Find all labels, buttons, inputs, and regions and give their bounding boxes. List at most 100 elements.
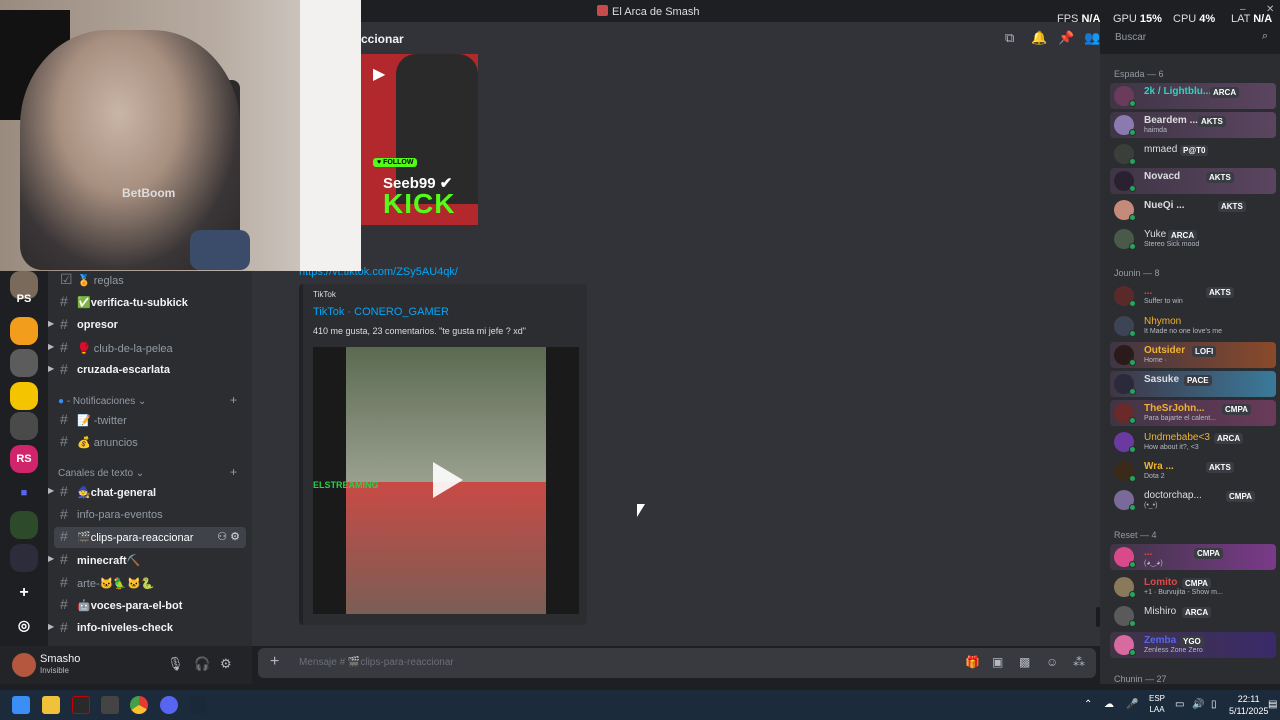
apps-icon[interactable]: ⁂: [1073, 655, 1085, 669]
mic-icon[interactable]: 🎙: [167, 656, 184, 672]
discover-icon[interactable]: ◎: [10, 611, 38, 639]
chevron-up-icon[interactable]: ⌃: [1084, 699, 1092, 710]
channel-arte[interactable]: # arte-🐱🦜🐱🐍: [48, 573, 252, 594]
member-item[interactable]: ... AKTS Suffer to win: [1110, 283, 1276, 309]
member-item[interactable]: Nhymon It Made no one love's me: [1110, 313, 1276, 339]
server-icon-6[interactable]: [10, 412, 38, 440]
add-channel-icon[interactable]: +: [230, 393, 237, 407]
category-canales[interactable]: Canales de texto ⌄: [58, 468, 144, 479]
channel-chat-general[interactable]: ▶ # 🧙chat-general: [48, 482, 252, 503]
clock[interactable]: 22:11 5/11/2025: [1229, 693, 1268, 717]
member-item[interactable]: Lomito CMPA +1 · Burvujita - Show m...: [1110, 574, 1276, 600]
channel-clips-active[interactable]: # 🎬clips-para-reaccionar ⚇ ⚙: [54, 527, 246, 548]
avatar[interactable]: [12, 653, 36, 677]
emoji-icon[interactable]: ☺: [1046, 655, 1058, 669]
hash-icon: #: [60, 551, 68, 567]
channel-settings-icon[interactable]: ⚇ ⚙: [217, 530, 240, 543]
channel-anuncios[interactable]: # 💰 anuncios: [48, 432, 252, 453]
member-item[interactable]: Novacd AKTS: [1110, 168, 1276, 194]
add-channel-icon[interactable]: +: [230, 465, 237, 479]
gear-icon[interactable]: ⚙: [220, 656, 232, 672]
channel-info-eventos[interactable]: # info-para-eventos: [48, 505, 252, 526]
sticker-icon[interactable]: ▩: [1019, 655, 1030, 669]
windows-start-icon[interactable]: [12, 696, 30, 714]
server-rs[interactable]: RS: [10, 445, 38, 473]
member-item[interactable]: Wra ... AKTS Dota 2: [1110, 458, 1276, 484]
member-item[interactable]: Sasuke PACE: [1110, 371, 1276, 397]
channel-club[interactable]: ▶ # 🥊 club-de-la-pelea: [48, 338, 252, 359]
kick-media-image[interactable]: ▶ ♥ FOLLOW Seeb99 ✔ KICK: [361, 54, 478, 225]
file-explorer-icon[interactable]: [42, 696, 60, 714]
online-status-icon: [1129, 417, 1136, 424]
server-icon-9[interactable]: [10, 544, 38, 572]
member-item[interactable]: 2k / Lightblu... ARCA: [1110, 83, 1276, 109]
embed-video[interactable]: ELSTREAMING: [313, 347, 579, 614]
channel-minecraft[interactable]: ▶ # minecraft⛏️: [48, 550, 252, 571]
member-item[interactable]: Outsider LOFI Home ·: [1110, 342, 1276, 368]
notification-icon[interactable]: ▤: [1268, 699, 1277, 710]
add-attachment-icon[interactable]: +: [270, 653, 279, 671]
channel-niveles[interactable]: ▶ # info-niveles-check: [48, 618, 252, 639]
member-item[interactable]: doctorchap... CMPA (•_•): [1110, 487, 1276, 513]
member-item[interactable]: Zemba YGO Zenless Zone Zero: [1110, 632, 1276, 658]
server-rail: PS RS ■ + ◎: [0, 271, 48, 641]
member-item[interactable]: Yuke ARCA Stereo Sick mood: [1110, 226, 1276, 252]
hash-icon: #: [60, 316, 68, 332]
server-icon-8[interactable]: [10, 511, 38, 539]
channel-verifica[interactable]: # ✅verifica-tu-subkick: [48, 292, 252, 313]
network-icon[interactable]: ▭: [1175, 699, 1184, 710]
member-item[interactable]: Mishiro ARCA: [1110, 603, 1276, 629]
threads-icon[interactable]: ⧉: [1005, 30, 1014, 46]
member-item[interactable]: TheSrJohn... CMPA Para bajarte el calent..…: [1110, 400, 1276, 426]
gift-icon[interactable]: 🎁: [965, 655, 980, 669]
embed-provider: TikTok: [313, 290, 336, 299]
hash-icon: #: [60, 361, 68, 377]
battery-icon[interactable]: ▯: [1211, 699, 1217, 710]
discord-icon[interactable]: [160, 696, 178, 714]
tiktok-embed: TikTok TikTok · CONERO_GAMER 410 me gust…: [299, 284, 587, 625]
bell-icon[interactable]: 🔔: [1031, 30, 1047, 46]
server-icon-4[interactable]: [10, 349, 38, 377]
mic-tray-icon[interactable]: 🎤: [1126, 699, 1138, 710]
gif-icon[interactable]: ▣: [992, 655, 1003, 669]
message-input[interactable]: Mensaje # 🎬clips-para-reaccionar: [299, 657, 454, 668]
member-item[interactable]: NueQi ... AKTS: [1110, 197, 1276, 223]
user-status: Invisible: [40, 666, 69, 675]
steam-icon[interactable]: [189, 696, 207, 714]
group-jounin: Jounin — 8: [1114, 268, 1160, 278]
online-status-icon: [1129, 330, 1136, 337]
play-icon[interactable]: [433, 462, 463, 498]
members-icon[interactable]: 👥: [1084, 30, 1100, 46]
shirt-text: BetBoom: [122, 186, 176, 200]
channel-voces[interactable]: # 🤖voces-para-el-bot: [48, 595, 252, 616]
search-box[interactable]: Buscar ⌕: [1109, 28, 1274, 48]
headphones-icon[interactable]: 🎧: [194, 656, 210, 672]
channel-twitter[interactable]: # 📝 -twitter: [48, 410, 252, 431]
app-icon: [597, 5, 608, 16]
member-item[interactable]: Undmebabe<3 ARCA How about it?, <3: [1110, 429, 1276, 455]
obs-icon[interactable]: [101, 696, 119, 714]
member-item[interactable]: ... CMPA (◕‿◕): [1110, 544, 1276, 570]
pin-icon[interactable]: 📌: [1058, 30, 1074, 46]
server-icon-5[interactable]: [10, 382, 38, 410]
server-icon-3[interactable]: [10, 317, 38, 345]
message-composer[interactable]: + Mensaje # 🎬clips-para-reaccionar 🎁 ▣ ▩…: [258, 648, 1096, 678]
cloud-icon[interactable]: ☁: [1104, 699, 1114, 710]
app-k-icon[interactable]: [72, 696, 90, 714]
member-item[interactable]: Beardem ... AKTS haimda: [1110, 112, 1276, 138]
category-notificaciones[interactable]: ● - Notificaciones ⌄: [58, 396, 146, 407]
language-indicator[interactable]: ESP LAA: [1149, 693, 1165, 715]
server-ps[interactable]: PS: [10, 285, 38, 313]
member-item[interactable]: mmaed P@T0: [1110, 141, 1276, 167]
channel-reglas[interactable]: ☑ 🏅 reglas: [48, 270, 252, 291]
channel-cruzada[interactable]: ▶ # cruzada-escarlata: [48, 360, 252, 381]
add-server-icon[interactable]: +: [10, 579, 38, 607]
chrome-icon[interactable]: [130, 696, 148, 714]
volume-icon[interactable]: 🔊: [1192, 699, 1204, 710]
online-status-icon: [1129, 214, 1136, 221]
folder-icon[interactable]: ■: [10, 479, 38, 507]
channel-opresor[interactable]: ▶ # opresor: [48, 315, 252, 336]
chevron-right-icon: ▶: [48, 319, 55, 328]
search-input[interactable]: Buscar: [1115, 32, 1146, 43]
embed-title[interactable]: TikTok · CONERO_GAMER: [313, 306, 449, 318]
